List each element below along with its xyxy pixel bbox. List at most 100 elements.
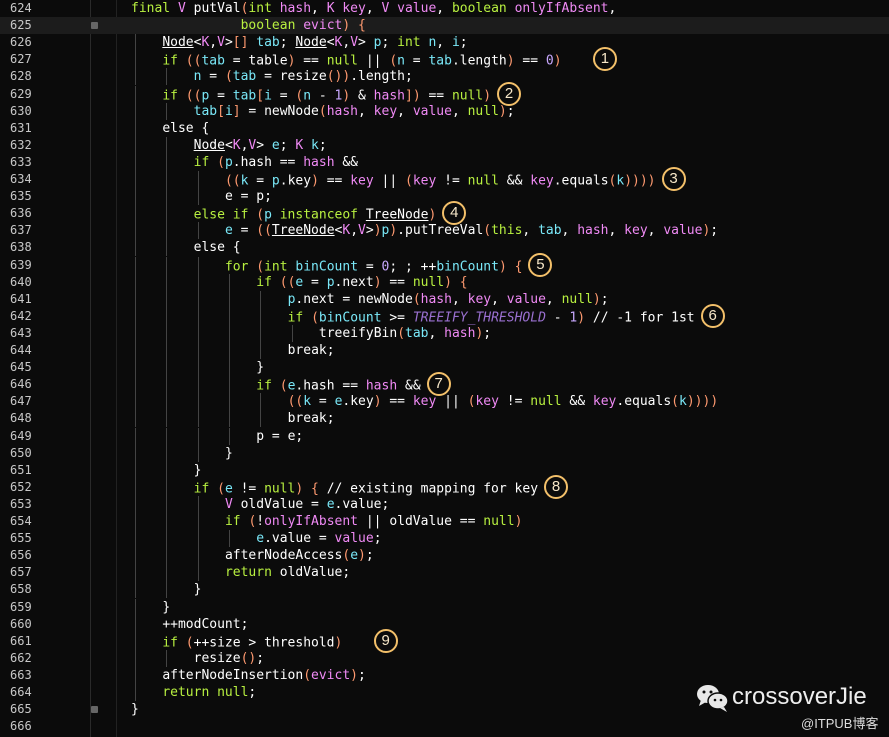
code-line[interactable]: 650} xyxy=(0,444,889,462)
indent-guide xyxy=(166,290,168,308)
indent-guide xyxy=(197,290,199,308)
code-line[interactable]: 644 break; xyxy=(0,342,889,360)
line-number: 652 xyxy=(10,479,32,494)
code-text: return null; xyxy=(162,685,257,700)
indent-guide xyxy=(197,444,199,462)
indent-guide xyxy=(135,136,136,154)
code-line[interactable]: 654 if (!onlyIfAbsent || oldValue == null… xyxy=(0,513,889,531)
indent-guide xyxy=(135,34,136,52)
indent-guide xyxy=(166,359,168,377)
code-line[interactable]: 646 if (e.hash == hash && 7 xyxy=(0,372,889,397)
indent-guide xyxy=(228,530,230,548)
code-line[interactable]: 628 n = (tab = resize()).length; xyxy=(0,68,889,86)
indent-guide xyxy=(197,188,199,206)
indent-guide xyxy=(135,239,136,257)
code-line[interactable]: 626 Node<K,V>[] tab; Node<K,V> p; int n, … xyxy=(0,34,889,52)
code-line[interactable]: 658} xyxy=(0,581,889,599)
code-line[interactable]: 652 if (e != null) { // existing mapping … xyxy=(0,474,889,499)
code-line[interactable]: 635 e = p; xyxy=(0,188,889,206)
line-number: 638 xyxy=(10,240,32,255)
indent-guide xyxy=(260,290,262,308)
indent-guide xyxy=(135,68,136,86)
code-text: Node<K,V>[] tab; Node<K,V> p; int n, i; xyxy=(162,35,468,51)
line-number: 634 xyxy=(10,172,32,186)
indent-guide xyxy=(228,376,230,394)
line-number: 665 xyxy=(10,702,32,717)
code-text: if (e != null) { // existing mapping for… xyxy=(193,481,539,497)
indent-guide xyxy=(135,598,136,616)
code-line[interactable]: 631 else { xyxy=(0,119,889,137)
code-line[interactable]: 627 if ((tab = table) == null || (n = tab… xyxy=(0,47,889,72)
line-number: 655 xyxy=(10,531,32,546)
code-text: else { xyxy=(193,240,241,256)
code-text: if (e.hash == hash && xyxy=(256,378,421,394)
code-text: return oldValue; xyxy=(224,565,351,581)
code-line[interactable]: 655 e.value = value; xyxy=(0,530,889,548)
code-text: } xyxy=(131,702,139,718)
code-line[interactable]: 662 resize(); xyxy=(0,649,889,667)
line-number: 661 xyxy=(10,633,32,648)
line-number: 650 xyxy=(10,445,32,460)
code-line[interactable]: 638 else { xyxy=(0,239,889,257)
indent-guide xyxy=(228,393,230,411)
indent-guide xyxy=(228,324,230,342)
line-number: 662 xyxy=(10,650,32,665)
code-line[interactable]: 657 return oldValue; xyxy=(0,564,889,582)
code-line[interactable]: 633 if (p.hash == hash && xyxy=(0,153,889,171)
indent-guide xyxy=(135,495,136,513)
indent-guide xyxy=(197,376,199,394)
line-number: 632 xyxy=(10,137,32,152)
code-text: if (++size > threshold) xyxy=(162,635,343,651)
watermark-source: @ITPUB博客 xyxy=(801,716,879,731)
code-line[interactable]: 637 e = ((TreeNode<K,V>)p).putTreeVal(thi… xyxy=(0,222,889,240)
code-editor[interactable]: 624 final V putVal(int hash, K key, V val… xyxy=(0,0,889,737)
code-line[interactable]: 641 p.next = newNode(hash, key, value, nu… xyxy=(0,290,889,308)
code-text: else if (p instanceof TreeNode) xyxy=(193,207,437,223)
code-line[interactable]: 642 if (binCount >= TREEIFY_THRESHOLD - 1… xyxy=(0,303,889,328)
code-line[interactable]: 649 p = e; xyxy=(0,427,889,445)
code-text: if ((tab = table) == null || (n = tab.le… xyxy=(162,53,562,69)
line-number: 629 xyxy=(10,86,32,101)
code-text: if ((e = p.next) == null) { xyxy=(256,274,468,290)
code-text: afterNodeAccess(e); xyxy=(224,548,374,564)
indent-guide xyxy=(166,102,168,120)
code-line[interactable]: 663 afterNodeInsertion(evict); xyxy=(0,666,889,684)
indent-guide xyxy=(197,359,199,377)
code-line[interactable]: 656 afterNodeAccess(e); xyxy=(0,547,889,565)
code-text: } xyxy=(224,445,233,461)
indent-guide xyxy=(166,495,168,513)
line-number: 646 xyxy=(10,377,32,392)
fold-toggle-icon[interactable] xyxy=(91,22,98,30)
code-line[interactable]: 634 ((k = p.key) == key || (key != null &… xyxy=(0,167,889,191)
code-line[interactable]: 661 if (++size > threshold) 9 xyxy=(0,628,889,653)
code-line[interactable]: 625 boolean evict) { xyxy=(0,17,889,35)
line-number: 663 xyxy=(10,667,32,682)
code-line[interactable]: 624 final V putVal(int hash, K key, V val… xyxy=(0,0,889,17)
code-line[interactable]: 647 ((k = e.key) == key || (key != null &… xyxy=(0,393,889,411)
indent-guide xyxy=(135,153,136,171)
code-line[interactable]: 660 ++modCount; xyxy=(0,615,889,633)
indent-guide xyxy=(260,342,262,360)
code-line[interactable]: 640 if ((e = p.next) == null) { xyxy=(0,273,889,291)
code-line[interactable]: 666 xyxy=(0,718,889,735)
indent-guide xyxy=(197,564,199,582)
code-line[interactable]: 653 V oldValue = e.value; xyxy=(0,495,889,513)
code-line[interactable]: 639 for (int binCount = 0; ; ++binCount) … xyxy=(0,252,889,277)
code-line[interactable]: 636 else if (p instanceof TreeNode) 4 xyxy=(0,201,889,226)
indent-guide xyxy=(135,256,136,274)
code-line[interactable]: 632 Node<K,V> e; K k; xyxy=(0,136,889,154)
code-line[interactable]: 651} xyxy=(0,461,889,479)
code-line[interactable]: 643 treeifyBin(tab, hash); xyxy=(0,324,889,342)
code-line[interactable]: 648 break; xyxy=(0,410,889,428)
code-text: if (binCount >= TREEIFY_THRESHOLD - 1) /… xyxy=(287,310,695,326)
code-line[interactable]: 630 tab[i] = newNode(hash, key, value, nu… xyxy=(0,102,889,120)
fold-toggle-icon[interactable] xyxy=(91,706,98,714)
indent-guide xyxy=(166,307,168,325)
indent-guide xyxy=(166,393,168,411)
code-line[interactable]: 629 if ((p = tab[i = (n - 1) & hash]) == … xyxy=(0,81,889,106)
code-line[interactable]: 659} xyxy=(0,598,889,616)
code-text: } xyxy=(193,582,202,598)
indent-guide xyxy=(135,649,136,667)
indent-guide xyxy=(135,513,136,531)
watermark-name: crossoverJie xyxy=(732,683,867,710)
